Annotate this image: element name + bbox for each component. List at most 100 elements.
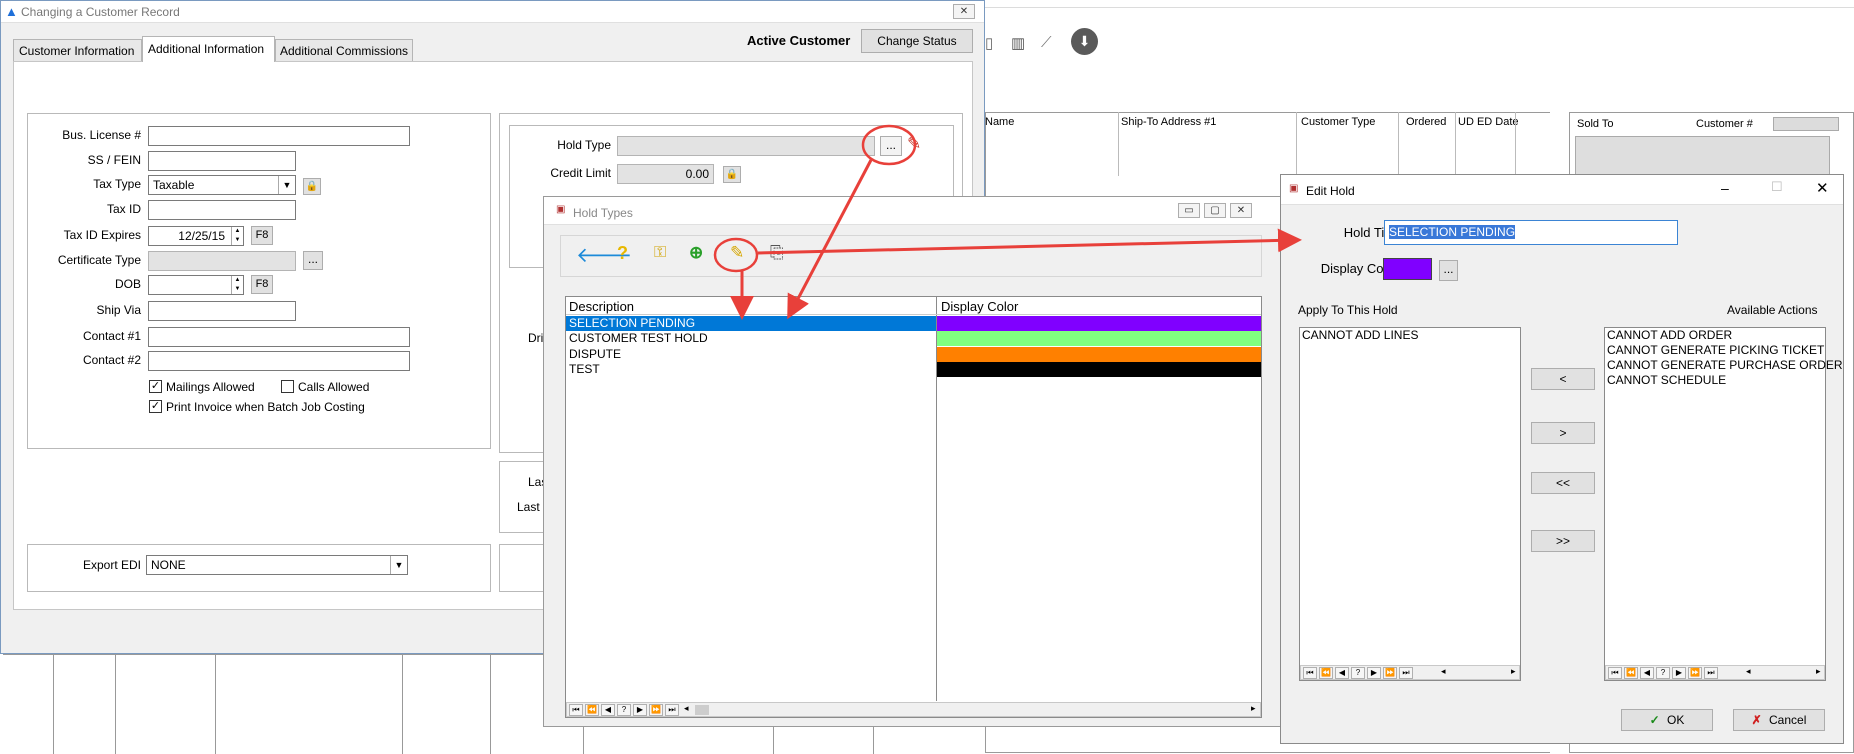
dob-input[interactable]: ▲ ▼ (148, 275, 244, 295)
tab-customer-information[interactable]: Customer Information (13, 39, 142, 61)
help-icon[interactable]: ? (617, 243, 628, 264)
scroll-left-icon[interactable]: ◂ (1746, 666, 1751, 677)
lock-icon[interactable]: 🔒 (723, 166, 741, 183)
hold-type-row-color[interactable] (937, 346, 1261, 362)
search-icon[interactable]: ? (1351, 667, 1365, 679)
hold-type-row-description[interactable]: DISPUTE (566, 347, 936, 362)
prev-page-icon[interactable]: ⏪ (585, 704, 599, 716)
ok-button[interactable]: ✓ OK (1621, 709, 1713, 731)
column-header-description[interactable]: Description (569, 299, 634, 314)
prev-page-icon[interactable]: ⏪ (1624, 667, 1638, 679)
applied-actions-list[interactable]: CANNOT ADD LINES (1299, 327, 1521, 681)
ss-fein-input[interactable] (148, 151, 296, 171)
first-record-icon[interactable]: ⏮ (1303, 667, 1317, 679)
first-record-icon[interactable]: ⏮ (1608, 667, 1622, 679)
hold-type-row-description[interactable]: TEST (566, 362, 936, 377)
next-record-icon[interactable]: ▶ (633, 704, 647, 716)
cancel-button[interactable]: ✗ Cancel (1733, 709, 1825, 731)
contact2-input[interactable] (148, 351, 410, 371)
chevron-down-icon[interactable]: ▼ (390, 556, 407, 574)
change-status-button[interactable]: Change Status (861, 29, 973, 53)
next-page-icon[interactable]: ⏩ (649, 704, 663, 716)
hold-type-row-color[interactable] (937, 331, 1261, 347)
contact1-input[interactable] (148, 327, 410, 347)
grid-header-ship-to[interactable]: Ship-To Address #1 (1121, 116, 1216, 128)
spinner-icon[interactable]: ▲ ▼ (231, 227, 243, 245)
move-right-button[interactable]: > (1531, 422, 1595, 444)
search-icon[interactable]: ? (617, 704, 631, 716)
bus-license-input[interactable] (148, 126, 410, 146)
toolbar-pen-icon[interactable]: ⟋ (1041, 34, 1052, 51)
first-record-icon[interactable]: ⏮ (569, 704, 583, 716)
grid-header-customer-type[interactable]: Customer Type (1301, 116, 1375, 128)
tab-additional-commissions[interactable]: Additional Commissions (275, 39, 413, 61)
scroll-left-icon[interactable]: ◂ (684, 703, 689, 714)
toolbar-tool-icon[interactable]: ▯ (985, 34, 993, 52)
prev-record-icon[interactable]: ◀ (1640, 667, 1654, 679)
last-record-icon[interactable]: ⏭ (1399, 667, 1413, 679)
right-header-customer-num[interactable]: Customer # (1696, 118, 1753, 130)
close-icon[interactable]: ✕ (1230, 203, 1252, 218)
f8-button[interactable]: F8 (251, 275, 273, 294)
certificate-type-browse-button[interactable]: ... (303, 251, 323, 270)
hold-type-row-description[interactable]: SELECTION PENDING (566, 316, 936, 331)
copy-icon[interactable]: ⎘ (770, 243, 784, 263)
toolbar-save-icon[interactable]: ⬇ (1071, 28, 1098, 55)
chevron-down-icon[interactable]: ▼ (278, 176, 295, 194)
action-list-item[interactable]: CANNOT ADD LINES (1302, 328, 1518, 343)
pencil-erase-icon[interactable]: ✎ (907, 134, 921, 154)
action-list-item[interactable]: CANNOT GENERATE PURCHASE ORDER (1607, 358, 1843, 373)
action-list-item[interactable]: CANNOT SCHEDULE (1607, 373, 1823, 388)
minimize-icon[interactable]: – (1721, 180, 1729, 196)
key-icon[interactable]: ⚿ (654, 244, 666, 262)
maximize-icon[interactable]: ▢ (1204, 203, 1226, 218)
column-header-display-color[interactable]: Display Color (941, 299, 1018, 314)
hold-title-input[interactable]: SELECTION PENDING (1384, 220, 1678, 245)
prev-record-icon[interactable]: ◀ (1335, 667, 1349, 679)
edit-icon[interactable]: ✎ (730, 243, 744, 263)
f8-button[interactable]: F8 (251, 226, 273, 245)
next-page-icon[interactable]: ⏩ (1688, 667, 1702, 679)
prev-page-icon[interactable]: ⏪ (1319, 667, 1333, 679)
print-invoice-checkbox[interactable]: ✓ (149, 400, 162, 413)
grid-header-ordered[interactable]: Ordered (1406, 116, 1446, 128)
move-all-left-button[interactable]: << (1531, 472, 1595, 494)
display-color-browse-button[interactable]: ... (1439, 260, 1458, 281)
hold-type-row-description[interactable]: CUSTOMER TEST HOLD (566, 331, 936, 346)
right-panel-list[interactable] (1575, 136, 1830, 176)
tab-additional-information[interactable]: Additional Information (142, 36, 275, 62)
next-record-icon[interactable]: ▶ (1672, 667, 1686, 679)
close-icon[interactable]: ✕ (953, 4, 975, 19)
next-page-icon[interactable]: ⏩ (1383, 667, 1397, 679)
next-record-icon[interactable]: ▶ (1367, 667, 1381, 679)
last-record-icon[interactable]: ⏭ (665, 704, 679, 716)
hold-type-browse-button[interactable]: ... (880, 136, 902, 156)
add-icon[interactable]: ⊕ (689, 243, 703, 263)
scroll-right-icon[interactable]: ▸ (1251, 703, 1256, 714)
mailings-allowed-checkbox[interactable]: ✓ (149, 380, 162, 393)
prev-record-icon[interactable]: ◀ (601, 704, 615, 716)
scroll-right-icon[interactable]: ▸ (1511, 666, 1516, 677)
tax-id-input[interactable] (148, 200, 296, 220)
spinner-icon[interactable]: ▲ ▼ (231, 276, 243, 294)
right-header-sold-to[interactable]: Sold To (1577, 118, 1614, 130)
grid-header-name[interactable]: Name (985, 116, 1014, 128)
calls-allowed-checkbox[interactable] (281, 380, 294, 393)
hold-type-row-color[interactable] (937, 361, 1261, 377)
grid-header-ud-ed-date[interactable]: UD ED Date (1458, 116, 1519, 128)
ship-via-input[interactable] (148, 301, 296, 321)
tax-id-expires-input[interactable]: 12/25/15 ▲ ▼ (148, 226, 244, 246)
available-actions-list[interactable]: CANNOT ADD ORDER CANNOT GENERATE PICKING … (1604, 327, 1843, 681)
action-list-item[interactable]: CANNOT ADD ORDER (1607, 328, 1823, 343)
scroll-left-icon[interactable]: ◂ (1441, 666, 1446, 677)
horizontal-scrollbar-thumb[interactable] (695, 705, 709, 715)
close-icon[interactable]: ✕ (1816, 179, 1829, 197)
action-list-item[interactable]: CANNOT GENERATE PICKING TICKET (1607, 343, 1824, 358)
minimize-icon[interactable]: ▭ (1178, 203, 1200, 218)
toolbar-notebook-icon[interactable]: ▥ (1011, 34, 1025, 52)
move-left-button[interactable]: < (1531, 368, 1595, 390)
hold-type-row-color[interactable] (937, 316, 1261, 331)
lock-icon[interactable]: 🔒 (303, 178, 321, 195)
export-edi-select[interactable]: NONE ▼ (146, 555, 408, 575)
tax-type-select[interactable]: Taxable ▼ (148, 175, 296, 195)
